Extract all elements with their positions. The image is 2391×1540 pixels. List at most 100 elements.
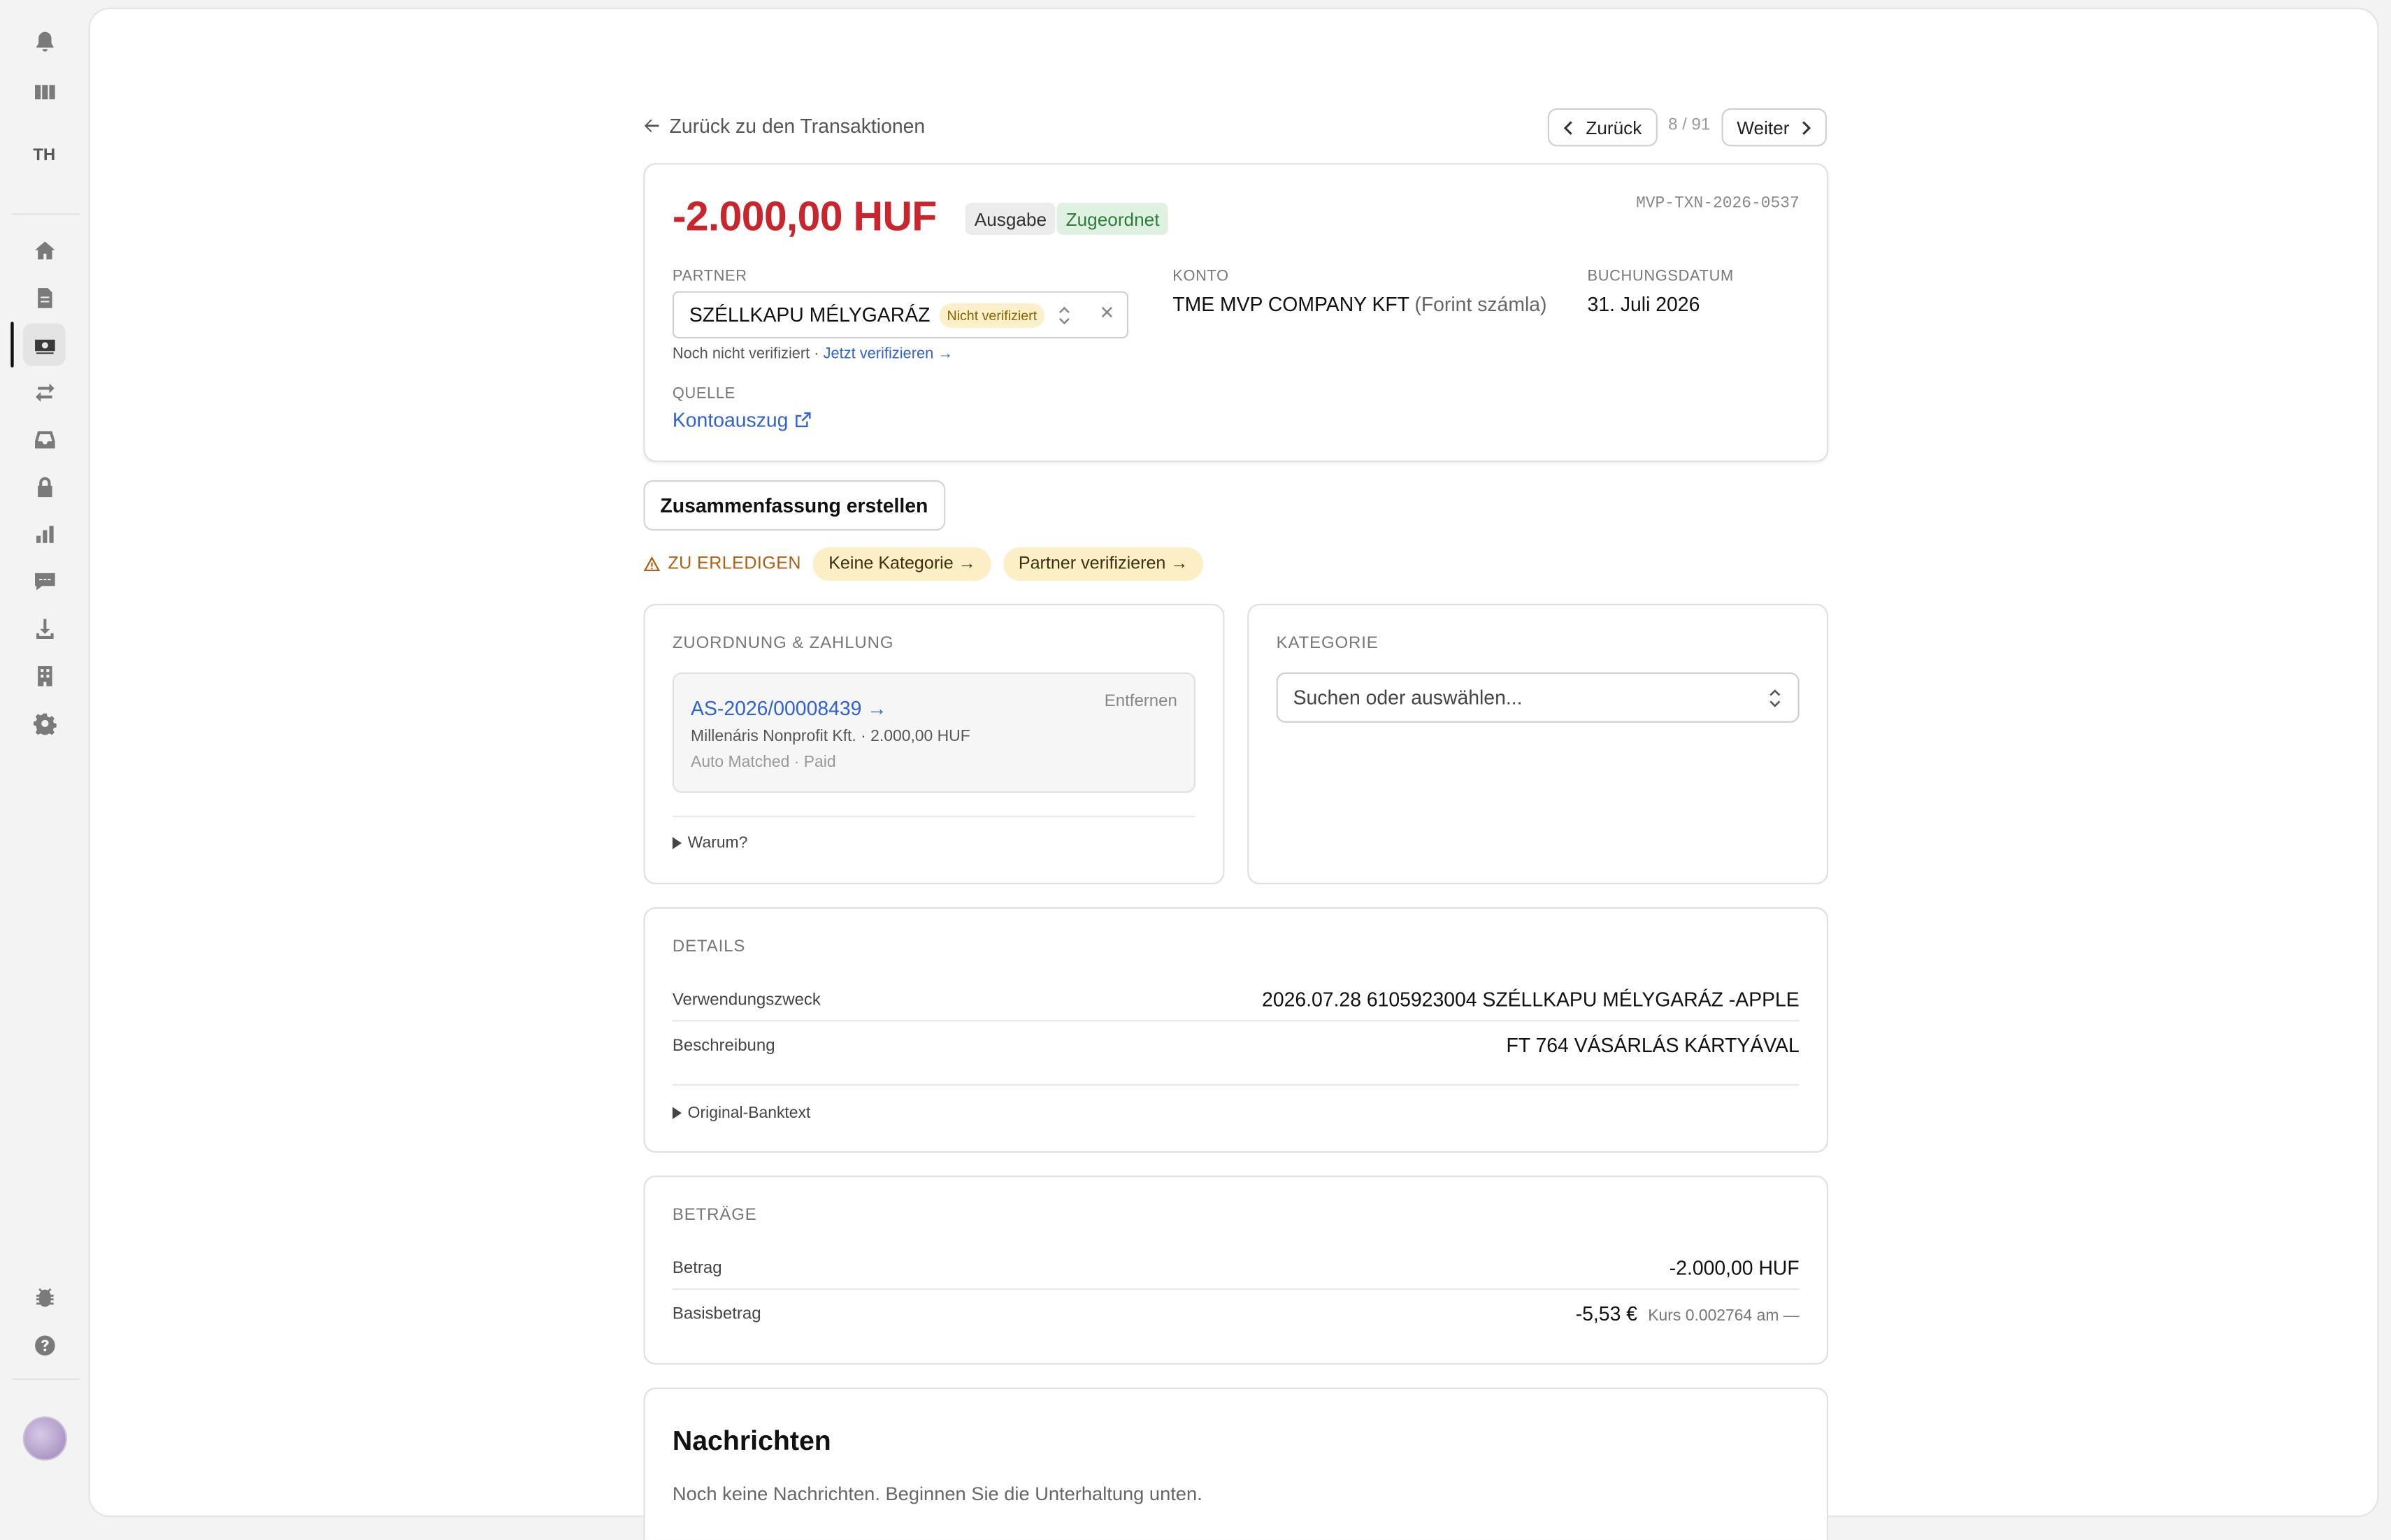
details-card-title: DETAILS [672, 937, 746, 956]
cash-icon[interactable] [22, 323, 66, 366]
base-amount-label: Basisbetrag [672, 1305, 761, 1324]
transfer-icon[interactable] [23, 370, 66, 413]
chevron-left-icon [1563, 120, 1572, 134]
matched-document: AS-2026/00008439 → Entfernen Millenáris … [672, 672, 1196, 793]
category-select-placeholder: Suchen oder auswählen... [1293, 686, 1523, 710]
sidebar-divider [12, 1378, 80, 1380]
todo-label: ZU ERLEDIGEN [643, 555, 801, 573]
partner-select[interactable]: SZÉLLKAPU MÉLYGARÁZ Nicht verifiziert ✕ [672, 291, 1129, 339]
partner-name: SZÉLLKAPU MÉLYGARÁZ [689, 303, 931, 326]
divider [672, 1288, 1800, 1290]
avatar[interactable] [22, 1416, 67, 1461]
gear-icon[interactable] [23, 701, 66, 744]
chat-icon[interactable] [23, 559, 66, 602]
back-link-label: Zurück zu den Transaktionen [669, 114, 926, 138]
back-to-transactions-link[interactable]: Zurück zu den Transaktionen [643, 114, 926, 138]
konto-sub: (Forint számla) [1414, 292, 1547, 316]
next-button[interactable]: Weiter [1721, 108, 1828, 147]
partner-hint: Noch nicht verifiziert · Jetzt verifizie… [673, 346, 953, 363]
purpose-value: 2026.07.28 6105923004 SZÉLLKAPU MÉLYGARÁ… [1262, 988, 1800, 1012]
amount-value: -2.000,00 HUF [1669, 1256, 1800, 1279]
details-card: DETAILS Verwendungszweck 2026.07.28 6105… [643, 907, 1829, 1153]
chevron-updown-icon[interactable] [1057, 303, 1072, 328]
main-panel: Zurück zu den Transaktionen Zurück 8 / 9… [88, 7, 2379, 1540]
help-icon[interactable] [23, 1323, 66, 1366]
previous-button-label: Zurück [1586, 116, 1642, 138]
columns-icon[interactable] [23, 70, 66, 113]
inbox-icon[interactable] [23, 418, 66, 461]
description-label: Beschreibung [672, 1037, 775, 1056]
lock-icon[interactable] [23, 465, 66, 508]
messages-empty-text: Noch keine Nachrichten. Beginnen Sie die… [672, 1483, 1202, 1505]
type-badge: Ausgabe [965, 203, 1056, 235]
partner-unverified-pill: Nicht verifiziert [939, 302, 1045, 327]
raw-bank-text-label: Original-Banktext [687, 1104, 811, 1123]
amounts-card-title: BETRÄGE [672, 1206, 757, 1225]
why-toggle[interactable]: Warum? [672, 834, 748, 853]
next-button-label: Weiter [1737, 116, 1790, 138]
base-amount-row: -5,53 € Kurs 0.002764 am — [1576, 1302, 1800, 1325]
booking-date-value: 31. Juli 2026 [1587, 292, 1700, 316]
base-amount-value: -5,53 € [1575, 1302, 1638, 1325]
description-value: FT 764 VÁSÁRLÁS KÁRTYÁVAL [1506, 1033, 1800, 1057]
close-icon[interactable]: ✕ [1099, 302, 1114, 324]
assignment-payment-card: ZUORDNUNG & ZAHLUNG AS-2026/00008439 → E… [643, 603, 1225, 885]
amount-label: Betrag [672, 1259, 722, 1278]
matched-document-link[interactable]: AS-2026/00008439 → [691, 697, 887, 720]
verify-now-link[interactable]: Jetzt verifizieren → [824, 346, 953, 363]
bug-icon[interactable] [23, 1276, 66, 1319]
todo-bar: ZU ERLEDIGEN Keine Kategorie → Partner v… [643, 547, 1204, 582]
chevron-right-icon [1803, 120, 1812, 134]
partner-hint-text: Noch nicht verifiziert · [672, 346, 819, 364]
source-link-label: Kontoauszug [672, 408, 789, 432]
category-card-title: KATEGORIE [1276, 634, 1379, 653]
divider [672, 1020, 1800, 1022]
konto-name: TME MVP COMPANY KFT [1172, 292, 1409, 316]
source-link[interactable]: Kontoauszug [672, 408, 811, 432]
external-link-icon [795, 412, 811, 428]
arrow-left-icon [644, 119, 659, 133]
why-toggle-label: Warum? [687, 834, 748, 853]
messages-title: Nachrichten [672, 1425, 831, 1456]
disclosure-triangle-icon [672, 837, 682, 849]
konto-value: TME MVP COMPANY KFT (Forint számla) [1172, 293, 1546, 316]
divider [672, 1084, 1800, 1086]
sidebar: TH [0, 0, 89, 1497]
booking-date-label: BUCHUNGSDATUM [1587, 268, 1734, 285]
chevron-updown-icon [1769, 689, 1781, 707]
divider [672, 815, 1196, 818]
home-icon[interactable] [23, 229, 66, 271]
todo-chip-verify-partner[interactable]: Partner verifizieren → [1003, 547, 1204, 582]
category-card: KATEGORIE Suchen oder auswählen... [1247, 603, 1829, 885]
previous-button[interactable]: Zurück [1547, 108, 1658, 147]
remove-match-button[interactable]: Entfernen [1105, 692, 1177, 710]
warning-icon [643, 556, 661, 572]
purpose-label: Verwendungszweck [672, 991, 821, 1009]
matched-document-details: Millenáris Nonprofit Kft. · 2.000,00 HUF [691, 727, 970, 746]
create-summary-button[interactable]: Zusammenfassung erstellen [643, 480, 945, 531]
document-icon[interactable] [23, 276, 66, 319]
building-icon[interactable] [23, 654, 66, 697]
pager-count: 8 / 91 [1668, 115, 1711, 134]
disclosure-triangle-icon [672, 1107, 682, 1119]
category-select[interactable]: Suchen oder auswählen... [1276, 672, 1800, 723]
messages-card: Nachrichten Noch keine Nachrichten. Begi… [643, 1387, 1829, 1540]
raw-bank-text-toggle[interactable]: Original-Banktext [672, 1104, 811, 1123]
matched-document-status: Auto Matched · Paid [691, 753, 836, 772]
transaction-header-card: -2.000,00 HUF Ausgabe Zugeordnet MVP-TXN… [643, 163, 1829, 462]
status-badge: Zugeordnet [1056, 203, 1169, 235]
sidebar-active-indicator [10, 322, 14, 368]
bell-icon[interactable] [23, 20, 66, 62]
sidebar-divider [12, 213, 80, 215]
transaction-amount: -2.000,00 HUF [672, 194, 937, 240]
exchange-rate: Kurs 0.002764 am — [1648, 1307, 1800, 1325]
konto-label: KONTO [1172, 268, 1229, 285]
todo-label-text: ZU ERLEDIGEN [668, 554, 801, 574]
download-icon[interactable] [23, 607, 66, 649]
chart-icon[interactable] [23, 512, 66, 555]
amounts-card: BETRÄGE Betrag -2.000,00 HUF Basisbetrag… [643, 1175, 1829, 1365]
transaction-id: MVP-TXN-2026-0537 [1636, 195, 1800, 214]
todo-chip-no-category[interactable]: Keine Kategorie → [813, 547, 991, 582]
workspace-initials[interactable]: TH [23, 137, 66, 173]
source-label: QUELLE [672, 385, 735, 403]
